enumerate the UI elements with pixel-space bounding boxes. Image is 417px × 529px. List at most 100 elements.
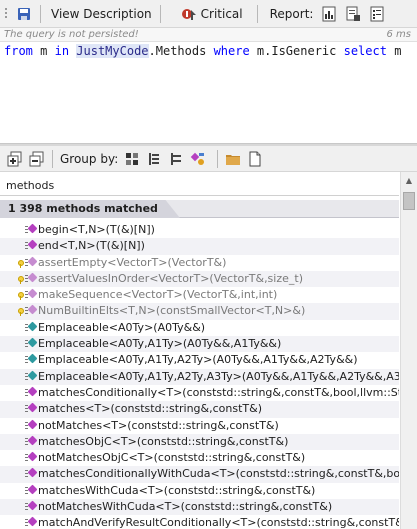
report-list-icon [370,6,384,21]
method-row[interactable]: notMatchesWithCuda<T>(conststd::string&,… [0,499,399,516]
method-signature: Emplaceable<A0Ty,A1Ty,A2Ty>(A0Ty&&,A1Ty&… [38,353,358,367]
method-row[interactable]: matchesWithCuda<T>(conststd::string&,con… [0,483,399,499]
group-by-type-button[interactable] [165,148,187,170]
method-icon [24,500,36,512]
constructor-icon [24,353,36,365]
method-signature: matchesWithCuda<T>(conststd::string&,con… [38,483,316,497]
method-row[interactable]: notMatches<T>(conststd::string&,constT&) [0,418,399,434]
namespace-icon [149,152,160,165]
scroll-up-arrow-icon[interactable]: ▲ [401,174,417,188]
query-status-bar: The query is not persisted! 6 ms [0,28,417,42]
critical-rule-icon [181,8,196,20]
report-chart-button[interactable] [317,3,341,25]
scrollbar-thumb[interactable] [403,192,415,210]
method-row[interactable]: begin<T,N>(T(&)[N]) [0,222,399,238]
query-token: where [213,44,250,58]
method-row[interactable]: assertValuesInOrder<VectorT>(VectorT&,si… [0,270,399,288]
method-icon [24,435,36,447]
constructor-icon [24,370,36,382]
group-count-label: 1 398 methods matched [8,202,158,215]
method-row[interactable]: end<T,N>(T(&)[N]) [0,238,399,255]
group-header[interactable]: 1 398 methods matched [0,200,399,218]
query-elapsed-time: 6 ms [386,29,412,40]
method-signature: Emplaceable<A0Ty>(A0Ty&&) [38,320,206,334]
save-query-button[interactable] [12,3,36,25]
critical-label: Critical [200,6,243,21]
method-row[interactable]: Emplaceable<A0Ty,A1Ty>(A0Ty&&,A1Ty&&) [0,336,399,353]
constructor-icon [24,337,36,349]
collapse-all-button[interactable] [26,148,48,170]
toolbar-separator [217,149,219,168]
group-tab: 1 398 methods matched [0,200,180,218]
expand-all-icon [7,151,22,166]
method-signature: Emplaceable<A0Ty,A1Ty>(A0Ty&&,A1Ty&&) [38,337,282,351]
method-signature: matchesConditionallyWithCuda<T>(conststd… [38,467,399,481]
method-signature: assertValuesInOrder<VectorT>(VectorT&,si… [38,271,303,285]
query-status-message: The query is not persisted! [4,29,139,40]
method-signature: notMatchesObjC<T>(conststd::string&,cons… [38,451,306,465]
method-signature: begin<T,N>(T(&)[N]) [38,223,155,236]
query-token: in [54,44,70,58]
vertical-scrollbar[interactable]: ▲ [400,172,417,529]
results-list: begin<T,N>(T(&)[N]) end<T,N>(T(&)[N]) asse… [0,222,399,529]
method-row[interactable]: Emplaceable<A0Ty,A1Ty,A2Ty,A3Ty>(A0Ty&&,… [0,368,399,385]
toolbar-separator [159,4,161,23]
group-by-member-button[interactable] [187,148,209,170]
query-token: select [343,44,387,58]
file-icon [249,151,261,166]
method-signature: notMatchesWithCuda<T>(conststd::string&,… [38,500,333,514]
method-signature: matchesObjC<T>(conststd::string&,constT&… [38,434,289,448]
query-token: m.IsGeneric [249,44,344,58]
method-row[interactable]: makeSequence<VectorT>(VectorT&,int,int) [0,287,399,303]
results-panel: methods 1 398 methods matched begin<T,N>… [0,172,417,529]
report-document-button[interactable] [341,3,365,25]
method-row[interactable]: matchesConditionallyWithCuda<T>(conststd… [0,466,399,483]
key-icon [18,259,24,268]
method-row[interactable]: assertEmpty<VectorT>(VectorT&) [0,255,399,271]
group-by-folder-button[interactable] [222,148,244,170]
method-signature: NumBuiltinElts<T,N>(constSmallVector<T,N… [38,304,306,318]
group-by-assembly-button[interactable] [121,148,143,170]
method-row[interactable]: notMatchesObjC<T>(conststd::string&,cons… [0,450,399,466]
query-editor[interactable]: from m in JustMyCode.Methods where m.IsG… [0,42,417,144]
group-by-label: Group by: [60,151,119,166]
type-tree-icon [171,152,182,165]
method-icon [18,272,36,284]
method-icon [24,402,36,414]
group-by-file-button[interactable] [244,148,266,170]
column-header-methods[interactable]: methods [0,176,399,196]
method-icon [24,419,36,431]
method-row[interactable]: Emplaceable<A0Ty,A1Ty,A2Ty>(A0Ty&&,A1Ty&… [0,352,399,368]
method-row[interactable]: Emplaceable<A0Ty>(A0Ty&&) [0,320,399,336]
query-token: JustMyCode [76,44,149,58]
method-icon [24,516,36,528]
query-token: m [32,44,55,58]
query-token: .Methods [148,44,214,58]
method-icon [18,256,36,268]
method-row[interactable]: matches<T>(conststd::string&,constT&) [0,401,399,418]
method-icon [24,451,36,463]
collapse-all-icon [29,151,44,166]
method-icon [24,223,36,235]
view-description-button[interactable]: View Description [45,3,156,25]
report-list-button[interactable] [365,3,389,25]
method-icon [18,288,36,301]
key-icon [18,292,24,301]
query-token: from [4,44,33,58]
method-icon [24,386,36,398]
method-signature: end<T,N>(T(&)[N]) [38,239,145,253]
group-by-namespace-button[interactable] [143,148,165,170]
method-row[interactable]: matchAndVerifyResultConditionally<T>(con… [0,515,399,529]
query-token: m [386,44,402,58]
constructor-icon [24,321,36,333]
folder-icon [226,154,241,165]
method-row[interactable]: matchesObjC<T>(conststd::string&,constT&… [0,433,399,451]
method-icon [24,467,36,479]
method-signature: assertEmpty<VectorT>(VectorT&) [38,255,227,269]
method-row[interactable]: NumBuiltinElts<T,N>(constSmallVector<T,N… [0,303,399,320]
query-line: from m in JustMyCode.Methods where m.IsG… [4,44,401,58]
method-row[interactable]: matchesConditionally<T>(conststd::string… [0,385,399,401]
method-signature: matchAndVerifyResultConditionally<T>(con… [38,516,399,529]
critical-button[interactable]: Critical [177,3,247,25]
expand-all-button[interactable] [4,148,26,170]
